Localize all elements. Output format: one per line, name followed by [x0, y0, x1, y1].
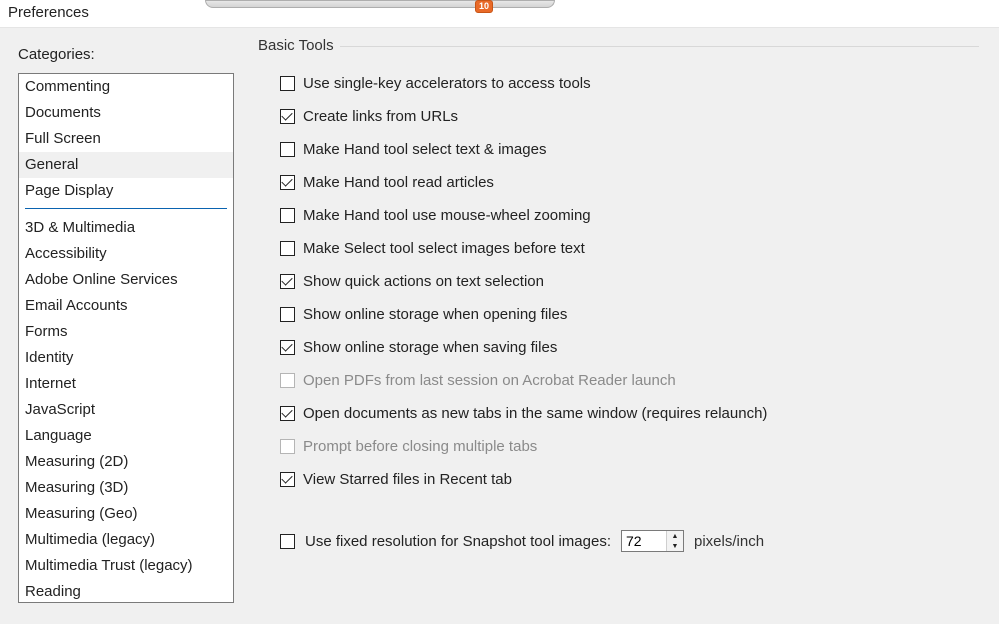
category-item[interactable]: Commenting	[19, 74, 233, 100]
category-item[interactable]: Page Display	[19, 178, 233, 204]
option-label: Prompt before closing multiple tabs	[303, 438, 537, 455]
snapshot-resolution-row: Use fixed resolution for Snapshot tool i…	[280, 530, 979, 552]
category-item[interactable]: Full Screen	[19, 126, 233, 152]
snapshot-resolution-input[interactable]	[622, 531, 666, 551]
option-checkbox[interactable]	[280, 208, 295, 223]
option-row: View Starred files in Recent tab	[280, 471, 979, 488]
category-item[interactable]: Measuring (Geo)	[19, 501, 233, 527]
option-checkbox[interactable]	[280, 241, 295, 256]
categories-list[interactable]: CommentingDocumentsFull ScreenGeneralPag…	[18, 73, 234, 603]
option-label: Make Hand tool read articles	[303, 174, 494, 191]
option-checkbox[interactable]	[280, 109, 295, 124]
category-item[interactable]: Accessibility	[19, 241, 233, 267]
option-checkbox[interactable]	[280, 274, 295, 289]
category-item[interactable]: JavaScript	[19, 397, 233, 423]
option-checkbox[interactable]	[280, 307, 295, 322]
category-item[interactable]: Forms	[19, 319, 233, 345]
category-item[interactable]: Reading	[19, 579, 233, 603]
option-checkbox	[280, 439, 295, 454]
option-row: Make Hand tool select text & images	[280, 141, 979, 158]
option-row: Make Hand tool use mouse-wheel zooming	[280, 207, 979, 224]
category-item[interactable]: General	[19, 152, 233, 178]
option-row: Show online storage when saving files	[280, 339, 979, 356]
option-label: Make Hand tool select text & images	[303, 141, 546, 158]
option-label: Make Select tool select images before te…	[303, 240, 585, 257]
option-label: Use single-key accelerators to access to…	[303, 75, 591, 92]
category-item[interactable]: Email Accounts	[19, 293, 233, 319]
category-item[interactable]: Measuring (2D)	[19, 449, 233, 475]
option-row: Show online storage when opening files	[280, 306, 979, 323]
option-checkbox[interactable]	[280, 340, 295, 355]
option-row: Make Select tool select images before te…	[280, 240, 979, 257]
option-checkbox[interactable]	[280, 142, 295, 157]
window-title: Preferences	[0, 0, 999, 27]
option-row: Open PDFs from last session on Acrobat R…	[280, 372, 979, 389]
snapshot-checkbox[interactable]	[280, 534, 295, 549]
option-label: Make Hand tool use mouse-wheel zooming	[303, 207, 591, 224]
option-label: Open PDFs from last session on Acrobat R…	[303, 372, 676, 389]
category-item[interactable]: Measuring (3D)	[19, 475, 233, 501]
option-label: Show quick actions on text selection	[303, 273, 544, 290]
option-label: Create links from URLs	[303, 108, 458, 125]
option-row: Open documents as new tabs in the same w…	[280, 405, 979, 422]
option-checkbox[interactable]	[280, 175, 295, 190]
option-label: Show online storage when saving files	[303, 339, 557, 356]
category-item[interactable]: Multimedia (legacy)	[19, 527, 233, 553]
category-item[interactable]: Adobe Online Services	[19, 267, 233, 293]
option-label: Open documents as new tabs in the same w…	[303, 405, 767, 422]
category-item[interactable]: Internet	[19, 371, 233, 397]
option-row: Prompt before closing multiple tabs	[280, 438, 979, 455]
categories-label: Categories:	[18, 46, 234, 63]
basic-tools-group: Basic Tools Use single-key accelerators …	[260, 46, 979, 552]
spinner-up[interactable]: ▲	[667, 531, 683, 541]
spinner-down[interactable]: ▼	[667, 541, 683, 551]
option-row: Make Hand tool read articles	[280, 174, 979, 191]
snapshot-resolution-input-wrap: ▲ ▼	[621, 530, 684, 552]
option-checkbox	[280, 373, 295, 388]
category-item[interactable]: Language	[19, 423, 233, 449]
option-row: Use single-key accelerators to access to…	[280, 75, 979, 92]
category-item[interactable]: Documents	[19, 100, 233, 126]
option-row: Show quick actions on text selection	[280, 273, 979, 290]
snapshot-label: Use fixed resolution for Snapshot tool i…	[305, 533, 611, 550]
option-row: Create links from URLs	[280, 108, 979, 125]
category-item[interactable]: Multimedia Trust (legacy)	[19, 553, 233, 579]
option-label: Show online storage when opening files	[303, 306, 567, 323]
option-checkbox[interactable]	[280, 472, 295, 487]
preferences-dialog: Categories: CommentingDocumentsFull Scre…	[0, 27, 999, 624]
option-checkbox[interactable]	[280, 406, 295, 421]
snapshot-unit: pixels/inch	[694, 533, 764, 550]
category-separator	[25, 208, 227, 209]
option-label: View Starred files in Recent tab	[303, 471, 512, 488]
category-item[interactable]: 3D & Multimedia	[19, 215, 233, 241]
option-checkbox[interactable]	[280, 76, 295, 91]
group-title: Basic Tools	[256, 37, 340, 54]
category-item[interactable]: Identity	[19, 345, 233, 371]
